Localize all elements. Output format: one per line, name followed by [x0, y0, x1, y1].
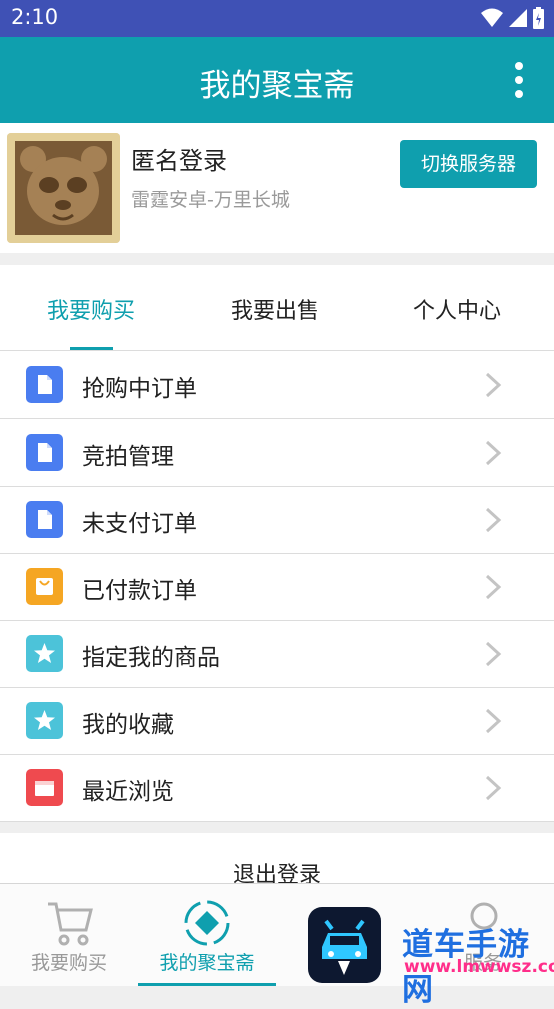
- tab-sell[interactable]: 我要出售: [204, 293, 346, 325]
- tab-indicator: [70, 347, 113, 350]
- tab-bar: 我要购买 我要出售 个人中心: [0, 265, 554, 351]
- app-bar: 我的聚宝斋: [0, 37, 554, 123]
- menu-item-snapping-orders[interactable]: 抢购中订单: [0, 351, 554, 419]
- menu-item-label: 未支付订单: [82, 511, 197, 537]
- logout-button[interactable]: 退出登录: [0, 833, 554, 888]
- nav-label: 我要购买: [30, 952, 107, 974]
- status-bar: 2:10: [0, 0, 554, 37]
- menu-item-label: 最近浏览: [82, 779, 174, 805]
- menu-item-unpaid-orders[interactable]: 未支付订单: [0, 486, 554, 554]
- orders-card: 我要购买 我要出售 个人中心 抢购中订单 竞拍管理 未支付订单 已付款订单 指定…: [0, 265, 554, 822]
- shopping-bag-icon: [26, 568, 63, 605]
- profile-server: 雷霆安卓-万里长城: [131, 189, 290, 211]
- watermark-url: www.lmwwsz.com: [404, 957, 554, 977]
- star-icon: [26, 635, 63, 672]
- menu-item-label: 竞拍管理: [82, 444, 174, 470]
- page-title: 我的聚宝斋: [199, 68, 355, 104]
- profile-header: 匿名登录 雷霆安卓-万里长城 切换服务器: [0, 123, 554, 253]
- menu-item-favorites[interactable]: 我的收藏: [0, 687, 554, 755]
- document-icon: [26, 434, 63, 471]
- status-time: 2:10: [11, 5, 59, 29]
- chevron-right-icon: [485, 372, 502, 398]
- menu-item-recently-viewed[interactable]: 最近浏览: [0, 754, 554, 822]
- signal-icon: [509, 9, 527, 27]
- profile-name: 匿名登录: [131, 147, 227, 175]
- cart-icon: [48, 902, 93, 946]
- chevron-right-icon: [485, 775, 502, 801]
- menu-item-label: 指定我的商品: [82, 645, 220, 671]
- star-icon: [26, 702, 63, 739]
- battery-icon: [533, 7, 544, 29]
- overflow-menu-icon[interactable]: [514, 62, 524, 98]
- nav-my-jubaozhai[interactable]: 我的聚宝斋: [138, 884, 276, 986]
- chevron-right-icon: [485, 440, 502, 466]
- box-icon: [26, 769, 63, 806]
- chevron-right-icon: [485, 574, 502, 600]
- diamond-icon: [184, 900, 230, 946]
- menu-item-auction-management[interactable]: 竞拍管理: [0, 419, 554, 487]
- wifi-icon: [481, 8, 503, 27]
- status-icons: [481, 7, 544, 29]
- tab-buy[interactable]: 我要购买: [20, 293, 162, 325]
- menu-item-paid-orders[interactable]: 已付款订单: [0, 553, 554, 621]
- watermark-logo: [308, 907, 381, 983]
- chevron-right-icon: [485, 641, 502, 667]
- menu-item-label: 我的收藏: [82, 712, 174, 738]
- document-icon: [26, 366, 63, 403]
- document-icon: [26, 501, 63, 538]
- avatar: [7, 133, 120, 243]
- nav-buy[interactable]: 我要购买: [0, 884, 138, 986]
- tab-personal-center[interactable]: 个人中心: [386, 293, 528, 325]
- nav-label: 我的聚宝斋: [159, 952, 255, 974]
- watermark: 道车手游网 www.lmwwsz.com: [308, 907, 554, 1008]
- panda-avatar-icon: [7, 133, 120, 243]
- menu-item-designated-goods[interactable]: 指定我的商品: [0, 620, 554, 688]
- menu-item-label: 已付款订单: [82, 578, 197, 604]
- car-logo-icon: [322, 919, 367, 975]
- chevron-right-icon: [485, 507, 502, 533]
- menu-item-label: 抢购中订单: [82, 376, 197, 402]
- switch-server-button[interactable]: 切换服务器: [400, 140, 537, 188]
- chevron-right-icon: [485, 708, 502, 734]
